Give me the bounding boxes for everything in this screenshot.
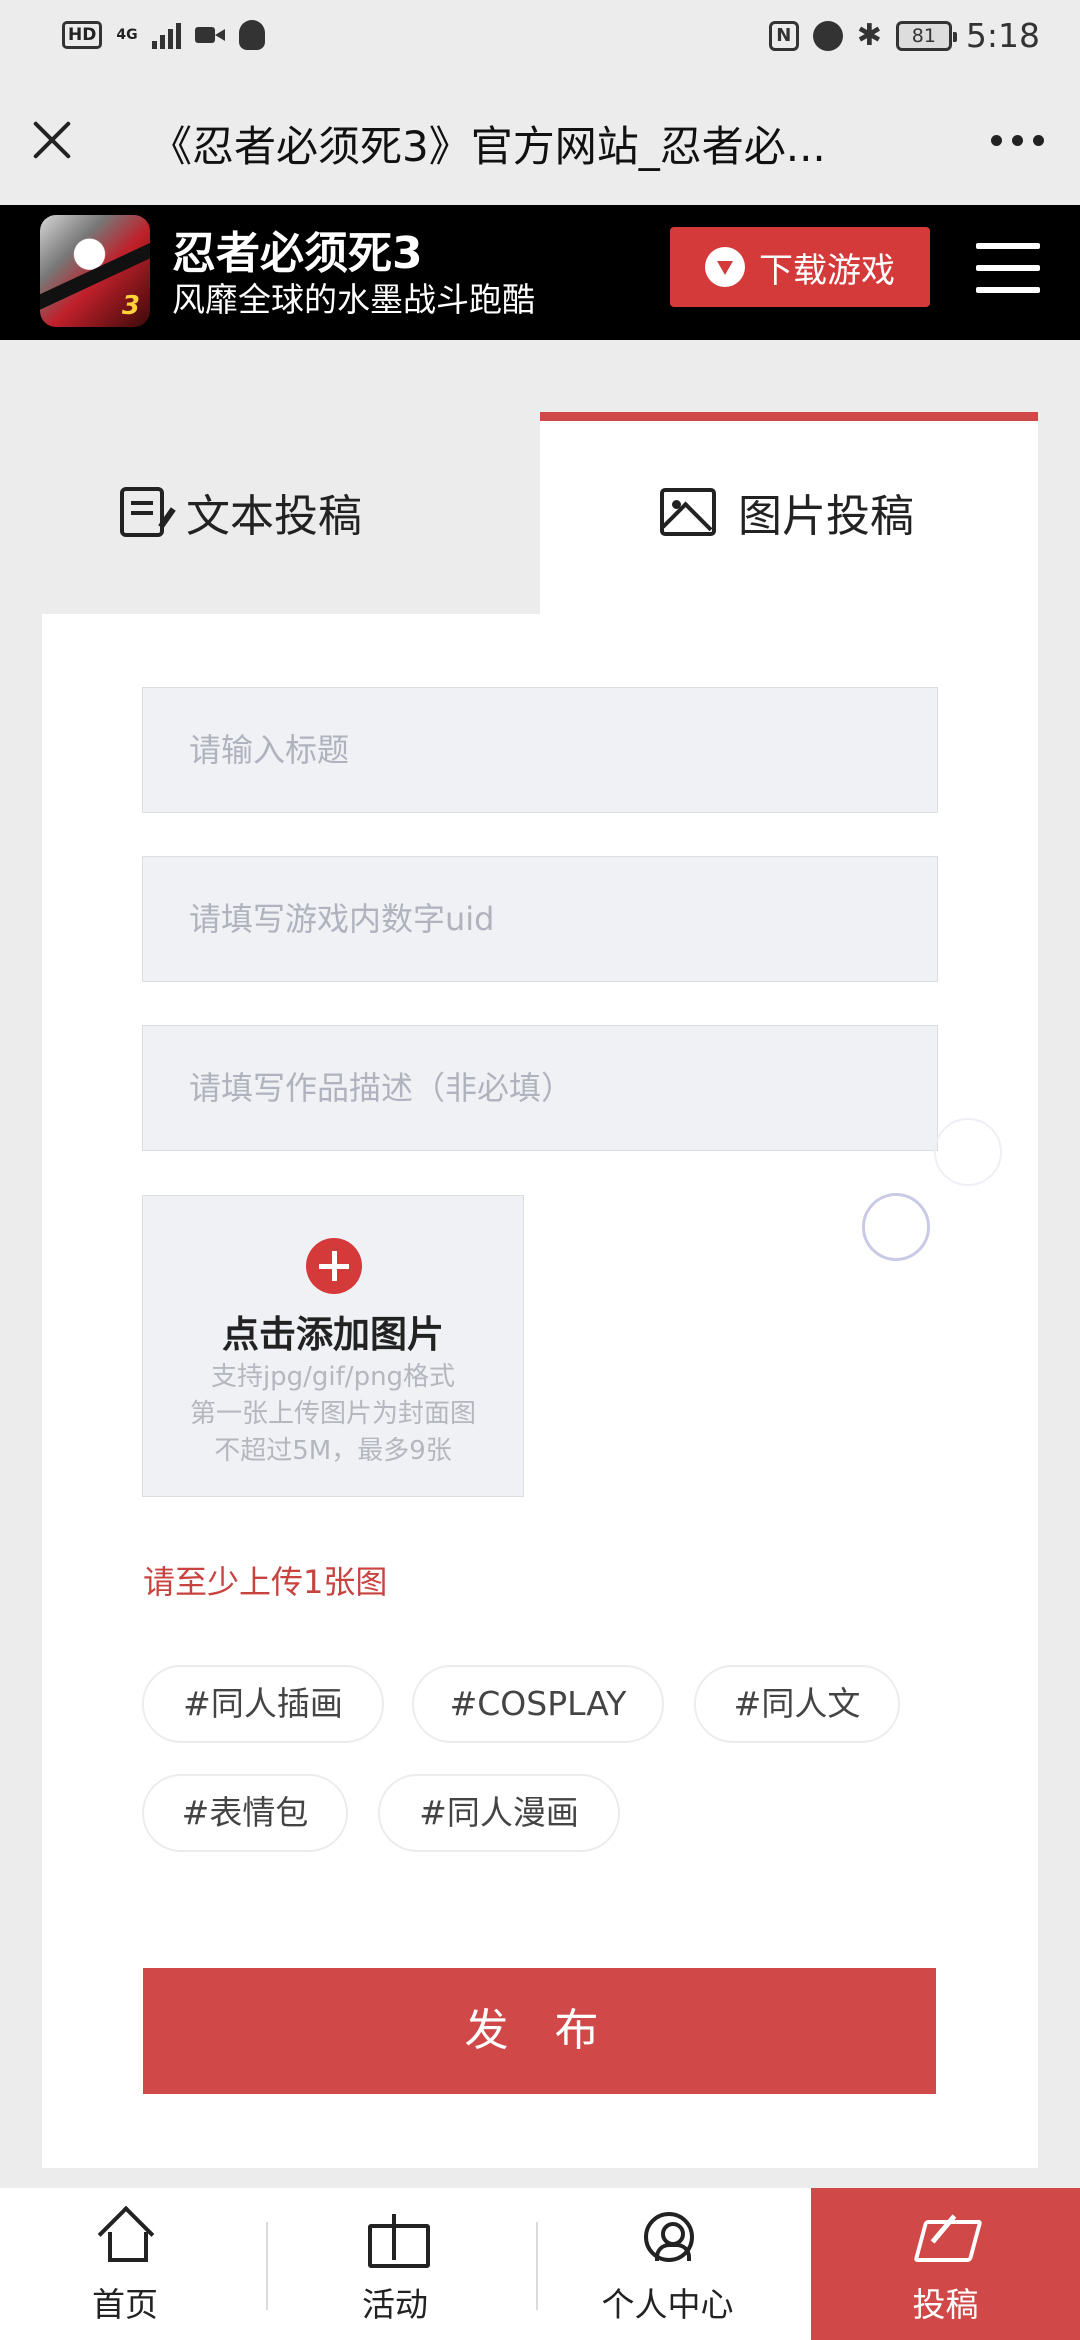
tab-image-submission[interactable]: 图片投稿 bbox=[660, 480, 914, 544]
page-title: 《忍者必须死3》官方网站_忍者必... bbox=[150, 122, 826, 171]
close-icon[interactable] bbox=[28, 115, 78, 165]
status-right: N ✱ 81 5:18 bbox=[768, 16, 1040, 55]
tab-label: 图片投稿 bbox=[738, 491, 914, 542]
browser-title-bar: 《忍者必须死3》官方网站_忍者必... bbox=[0, 75, 1080, 205]
plus-icon bbox=[306, 1238, 362, 1294]
upload-hint: 支持jpg/gif/png格式 bbox=[210, 1362, 456, 1392]
nav-item-submit[interactable]: 投稿 bbox=[811, 2188, 1080, 2340]
description-field[interactable] bbox=[142, 1025, 938, 1151]
nav-item-home[interactable]: 首页 bbox=[30, 2188, 220, 2340]
tag-fan-fiction[interactable]: #同人文 bbox=[694, 1665, 900, 1743]
nav-item-profile[interactable]: 个人中心 bbox=[570, 2188, 765, 2340]
nav-divider bbox=[536, 2222, 538, 2310]
nav-item-events[interactable]: 活动 bbox=[300, 2188, 490, 2340]
post-icon bbox=[915, 2212, 975, 2262]
doc-edit-icon bbox=[120, 487, 164, 537]
download-label: 下载游戏 bbox=[759, 250, 895, 291]
download-game-button[interactable]: 下载游戏 bbox=[670, 227, 930, 307]
site-header: 3 忍者必须死3 风靡全球的水墨战斗跑酷 下载游戏 bbox=[0, 205, 1080, 340]
user-icon bbox=[644, 2212, 694, 2262]
tab-label: 文本投稿 bbox=[186, 491, 362, 542]
network-indicator: 4G bbox=[116, 27, 138, 43]
description-input[interactable] bbox=[189, 1026, 937, 1150]
loading-circle bbox=[934, 1118, 1002, 1186]
qq-icon bbox=[238, 20, 265, 50]
home-icon bbox=[100, 2212, 152, 2262]
hamburger-menu-icon[interactable] bbox=[976, 243, 1040, 293]
nav-label: 投稿 bbox=[912, 2285, 979, 2324]
alarm-icon bbox=[812, 20, 843, 51]
status-bar: HD 4G N ✱ 81 5:18 bbox=[0, 0, 1080, 75]
video-camera-icon bbox=[194, 24, 225, 46]
hd-indicator: HD bbox=[62, 21, 103, 49]
nav-divider bbox=[266, 2222, 268, 2310]
nfc-icon: N bbox=[768, 20, 799, 51]
upload-hint: 不超过5M，最多9张 bbox=[214, 1436, 452, 1466]
uid-input[interactable] bbox=[189, 857, 937, 981]
nav-label: 首页 bbox=[92, 2285, 158, 2324]
game-name: 忍者必须死3 bbox=[172, 228, 423, 279]
game-slogan: 风靡全球的水墨战斗跑酷 bbox=[172, 280, 535, 319]
bottom-nav: 首页 活动 个人中心 投稿 bbox=[0, 2188, 1080, 2340]
logo-number: 3 bbox=[121, 291, 140, 321]
download-icon bbox=[705, 247, 745, 287]
tag-fan-comic[interactable]: #同人漫画 bbox=[378, 1774, 620, 1852]
nav-label: 活动 bbox=[362, 2285, 428, 2324]
publish-button[interactable]: 发 布 bbox=[143, 1968, 936, 2094]
signal-icon bbox=[151, 21, 181, 49]
battery-icon: 81 bbox=[895, 20, 957, 51]
bluetooth-icon: ✱ bbox=[856, 18, 882, 53]
tag-sticker[interactable]: #表情包 bbox=[142, 1774, 348, 1852]
tab-text-submission[interactable]: 文本投稿 bbox=[120, 480, 362, 544]
upload-title: 点击添加图片 bbox=[222, 1313, 444, 1356]
nav-label: 个人中心 bbox=[601, 2285, 734, 2324]
title-field[interactable] bbox=[142, 687, 938, 813]
status-left: HD 4G bbox=[62, 20, 265, 50]
tag-cosplay[interactable]: #COSPLAY bbox=[412, 1665, 664, 1743]
uid-field[interactable] bbox=[142, 856, 938, 982]
clock: 5:18 bbox=[965, 16, 1040, 55]
upload-error-message: 请至少上传1张图 bbox=[143, 1563, 388, 1601]
more-options-icon[interactable] bbox=[991, 135, 1044, 146]
add-image-button[interactable]: 点击添加图片 支持jpg/gif/png格式 第一张上传图片为封面图 不超过5M… bbox=[142, 1195, 524, 1497]
tag-fan-illustration[interactable]: #同人插画 bbox=[142, 1665, 384, 1743]
image-icon bbox=[660, 488, 716, 536]
loading-circle bbox=[862, 1193, 930, 1261]
game-logo[interactable]: 3 bbox=[40, 215, 150, 327]
title-input[interactable] bbox=[189, 688, 937, 812]
upload-hint: 第一张上传图片为封面图 bbox=[189, 1399, 476, 1429]
gift-icon bbox=[368, 2212, 430, 2268]
